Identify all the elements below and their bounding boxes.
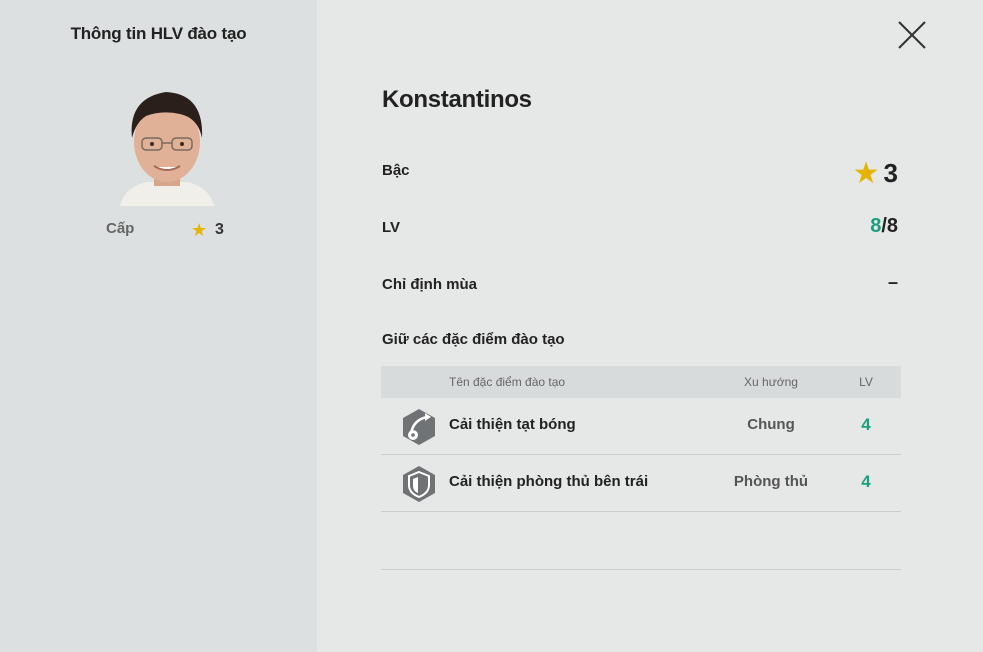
divider [381, 569, 901, 570]
trait-name: Cải thiện phòng thủ bên trái [449, 473, 649, 490]
table-row[interactable]: Cải thiện phòng thủ bên trái Phòng thủ 4 [381, 455, 901, 512]
traits-table-header: Tên đặc điểm đào tạo Xu hướng LV [381, 366, 901, 398]
close-icon[interactable] [896, 19, 928, 51]
trait-level: 4 [861, 472, 871, 491]
trait-level: 4 [861, 415, 871, 434]
trait-type: Chung [747, 416, 795, 433]
coach-info-panel: Thông tin HLV đào tạo Cấp ★ 3 [0, 0, 317, 652]
tier-value: 3 [883, 158, 898, 188]
tier-label: Bậc [382, 162, 410, 179]
header-lv: LV [859, 375, 873, 389]
coach-portrait [62, 80, 272, 206]
shield-icon [403, 466, 435, 502]
panel-title: Thông tin HLV đào tạo [70, 24, 247, 43]
table-row[interactable]: Cải thiện tạt bóng Chung 4 [381, 398, 901, 455]
coach-grade: Cấp ★ 3 [0, 220, 317, 244]
coach-name: Konstantinos [382, 86, 532, 113]
star-icon: ★ [191, 220, 208, 240]
star-icon: ★ [852, 157, 880, 190]
tier-row: Bậc ★ 3 [382, 156, 898, 190]
grade-value: 3 [215, 221, 224, 238]
header-name: Tên đặc điểm đào tạo [449, 375, 566, 389]
trait-name: Cải thiện tạt bóng [449, 416, 576, 433]
season-value: – [887, 272, 898, 292]
traits-table: Tên đặc điểm đào tạo Xu hướng LV Cải thi… [381, 366, 901, 512]
level-current: 8 [870, 215, 882, 237]
level-max: /8 [881, 215, 898, 237]
level-row: LV 8/8 [382, 213, 898, 241]
crossing-ball-icon [403, 409, 435, 445]
season-row: Chỉ định mùa – [382, 270, 898, 298]
trait-type: Phòng thủ [733, 473, 809, 490]
header-type: Xu hướng [744, 375, 798, 389]
level-display: 8/8 [870, 215, 898, 238]
season-label: Chỉ định mùa [382, 276, 477, 293]
traits-section-title: Giữ các đặc điểm đào tạo [382, 331, 565, 348]
tier-display: ★ 3 [853, 156, 898, 191]
grade-label: Cấp [106, 220, 135, 237]
level-label: LV [382, 219, 401, 236]
